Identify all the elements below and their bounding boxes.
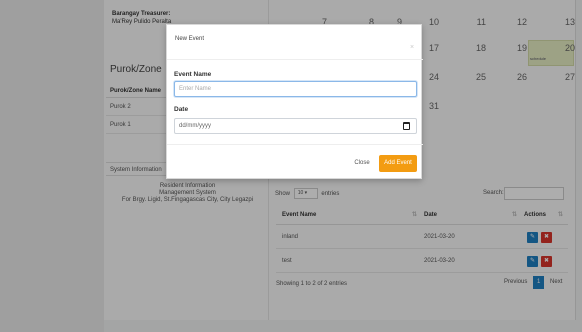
event-name-input[interactable]: Enter Name bbox=[174, 81, 417, 97]
date-placeholder: dd/mm/yyyy bbox=[179, 123, 212, 129]
add-event-button[interactable]: Add Event bbox=[379, 155, 417, 172]
new-event-modal: New Event × Event Name Enter Name Date d… bbox=[166, 24, 423, 179]
modal-footer-divider bbox=[167, 144, 423, 145]
calendar-icon[interactable] bbox=[403, 122, 410, 130]
modal-title: New Event bbox=[175, 36, 205, 42]
close-button[interactable]: Close bbox=[351, 155, 373, 172]
event-name-placeholder: Enter Name bbox=[179, 86, 212, 92]
modal-divider bbox=[167, 59, 423, 60]
event-name-label: Event Name bbox=[174, 71, 212, 78]
close-icon[interactable]: × bbox=[410, 44, 414, 51]
date-input[interactable]: dd/mm/yyyy bbox=[174, 118, 417, 134]
date-label: Date bbox=[174, 106, 189, 113]
